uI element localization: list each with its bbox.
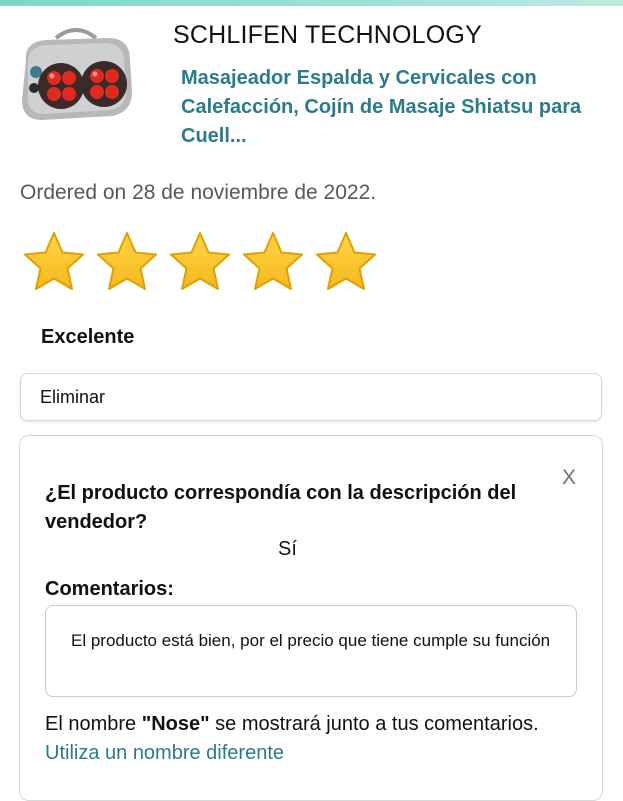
product-brand: SCHLIFEN TECHNOLOGY <box>173 21 482 49</box>
star-icon[interactable] <box>314 230 378 294</box>
close-icon[interactable]: X <box>562 466 576 490</box>
star-icon[interactable] <box>241 230 305 294</box>
order-date: Ordered on 28 de noviembre de 2022. <box>20 181 377 204</box>
massage-pillow-icon <box>22 28 132 120</box>
top-accent-bar <box>0 0 623 6</box>
name-note-prefix: El nombre <box>45 713 142 735</box>
star-icon[interactable] <box>168 230 232 294</box>
rating-label: Excelente <box>41 326 135 348</box>
star-icon[interactable] <box>95 230 159 294</box>
answer-text[interactable]: Sí <box>278 538 297 561</box>
product-title-link[interactable]: Masajeador Espalda y Cervicales con Cale… <box>181 64 601 151</box>
name-note-suffix: se mostrará junto a tus comentarios. <box>209 713 539 735</box>
change-name-link[interactable]: Utiliza un nombre diferente <box>45 742 284 764</box>
comment-textarea[interactable]: El producto está bien, por el precio que… <box>45 605 577 697</box>
star-icon[interactable] <box>22 230 86 294</box>
comments-label: Comentarios: <box>45 578 174 600</box>
reviewer-name: "Nose" <box>141 713 210 735</box>
delete-button[interactable]: Eliminar <box>20 373 602 421</box>
star-rating[interactable] <box>22 230 378 294</box>
question-text: ¿El producto correspondía con la descrip… <box>45 482 517 533</box>
name-notice: El nombre "Nose" se mostrará junto a tus… <box>45 710 565 768</box>
